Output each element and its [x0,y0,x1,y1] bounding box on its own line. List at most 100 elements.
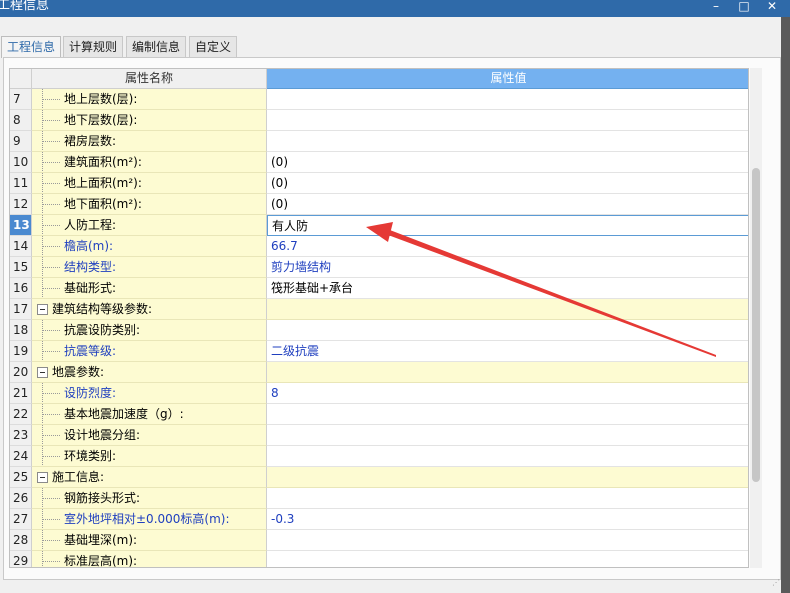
row-number[interactable]: 26 [10,488,32,509]
property-value-cell[interactable] [267,404,748,425]
row-number[interactable]: 29 [10,551,32,567]
table-row[interactable]: 19 抗震等级: 二级抗震 [10,341,748,362]
property-name-cell[interactable]: 标准层高(m): [32,551,267,567]
table-row[interactable]: 11 地上面积(m²): (0) [10,173,748,194]
table-row[interactable]: 24 环境类别: [10,446,748,467]
column-header-name[interactable]: 属性名称 [32,69,267,89]
row-number[interactable]: 10 [10,152,32,173]
row-number[interactable]: 7 [10,89,32,110]
row-number[interactable]: 8 [10,110,32,131]
table-row[interactable]: 29 标准层高(m): [10,551,748,567]
row-number[interactable]: 19 [10,341,32,362]
property-name-cell[interactable]: 檐高(m): [32,236,267,257]
property-name-cell[interactable]: 结构类型: [32,257,267,278]
property-value-cell[interactable] [267,131,748,152]
property-value-cell[interactable] [267,320,748,341]
table-row[interactable]: 18 抗震设防类别: [10,320,748,341]
table-row[interactable]: 9 裙房层数: [10,131,748,152]
row-number[interactable]: 16 [10,278,32,299]
property-value-cell[interactable] [267,530,748,551]
property-value-cell[interactable] [267,89,748,110]
property-value-cell[interactable]: 剪力墙结构 [267,257,748,278]
row-number[interactable]: 12 [10,194,32,215]
property-value-cell[interactable] [267,467,748,488]
table-row[interactable]: 21 设防烈度: 8 [10,383,748,404]
maximize-button[interactable]: □ [734,0,754,17]
property-value-cell[interactable] [267,551,748,567]
row-number[interactable]: 28 [10,530,32,551]
property-name-cell[interactable]: 地下层数(层): [32,110,267,131]
property-name-cell[interactable]: 地上层数(层): [32,89,267,110]
property-name-cell[interactable]: 裙房层数: [32,131,267,152]
property-name-cell[interactable]: 建筑结构等级参数: [32,299,267,320]
property-value-cell[interactable]: (0) [267,152,748,173]
property-value-cell[interactable]: (0) [267,173,748,194]
property-value-cell[interactable]: 二级抗震 [267,341,748,362]
table-row[interactable]: 28 基础埋深(m): [10,530,748,551]
table-row[interactable]: 10 建筑面积(m²): (0) [10,152,748,173]
property-name-cell[interactable]: 设防烈度: [32,383,267,404]
row-number[interactable]: 15 [10,257,32,278]
property-name-cell[interactable]: 基础埋深(m): [32,530,267,551]
property-name-cell[interactable]: 地下面积(m²): [32,194,267,215]
table-row[interactable]: 15 结构类型: 剪力墙结构 [10,257,748,278]
table-row[interactable]: 7 地上层数(层): [10,89,748,110]
table-row[interactable]: 20 地震参数: [10,362,748,383]
property-value-cell[interactable] [267,362,748,383]
table-row[interactable]: 23 设计地震分组: [10,425,748,446]
property-name-cell[interactable]: 基本地震加速度（g）: [32,404,267,425]
property-value-cell[interactable] [267,110,748,131]
table-row[interactable]: 25 施工信息: [10,467,748,488]
property-value-cell[interactable] [267,425,748,446]
property-name-cell[interactable]: 基础形式: [32,278,267,299]
row-number[interactable]: 25 [10,467,32,488]
table-row[interactable]: 17 建筑结构等级参数: [10,299,748,320]
property-value-cell[interactable]: 有人防 [267,215,748,236]
close-button[interactable]: ✕ [762,0,782,17]
property-value-cell[interactable]: -0.3 [267,509,748,530]
row-number[interactable]: 24 [10,446,32,467]
row-number[interactable]: 13 [10,215,32,236]
property-name-cell[interactable]: 环境类别: [32,446,267,467]
table-row[interactable]: 22 基本地震加速度（g）: [10,404,748,425]
property-name-cell[interactable]: 抗震等级: [32,341,267,362]
row-number[interactable]: 27 [10,509,32,530]
table-row[interactable]: 16 基础形式: 筏形基础+承台 [10,278,748,299]
property-value-cell[interactable]: 8 [267,383,748,404]
property-value-cell[interactable]: 66.7 [267,236,748,257]
property-name-cell[interactable]: 施工信息: [32,467,267,488]
row-number[interactable]: 22 [10,404,32,425]
collapse-icon[interactable] [37,304,48,315]
table-row[interactable]: 8 地下层数(层): [10,110,748,131]
property-name-cell[interactable]: 建筑面积(m²): [32,152,267,173]
property-value-cell[interactable] [267,299,748,320]
property-value-cell[interactable]: 筏形基础+承台 [267,278,748,299]
property-value-cell[interactable] [267,488,748,509]
row-number[interactable]: 17 [10,299,32,320]
row-number[interactable]: 21 [10,383,32,404]
property-name-cell[interactable]: 地上面积(m²): [32,173,267,194]
row-number[interactable]: 9 [10,131,32,152]
property-name-cell[interactable]: 地震参数: [32,362,267,383]
property-name-cell[interactable]: 人防工程: [32,215,267,236]
table-row[interactable]: 14 檐高(m): 66.7 [10,236,748,257]
tab-project-info[interactable]: 工程信息 [1,36,62,58]
row-number[interactable]: 11 [10,173,32,194]
property-name-cell[interactable]: 室外地坪相对±0.000标高(m): [32,509,267,530]
property-value-cell[interactable]: (0) [267,194,748,215]
row-number[interactable]: 20 [10,362,32,383]
vertical-scrollbar[interactable] [750,68,762,568]
row-number[interactable]: 18 [10,320,32,341]
table-row[interactable]: 12 地下面积(m²): (0) [10,194,748,215]
property-name-cell[interactable]: 设计地震分组: [32,425,267,446]
row-number[interactable]: 14 [10,236,32,257]
row-number[interactable]: 23 [10,425,32,446]
table-row[interactable]: 27 室外地坪相对±0.000标高(m): -0.3 [10,509,748,530]
table-row[interactable]: 13 人防工程: 有人防 [10,215,748,236]
tab-calc-rules[interactable]: 计算规则 [63,36,124,57]
collapse-icon[interactable] [37,472,48,483]
column-header-value[interactable]: 属性值 [267,69,748,89]
property-name-cell[interactable]: 钢筋接头形式: [32,488,267,509]
tab-custom[interactable]: 自定义 [189,36,238,57]
minimize-button[interactable]: – [706,0,726,17]
